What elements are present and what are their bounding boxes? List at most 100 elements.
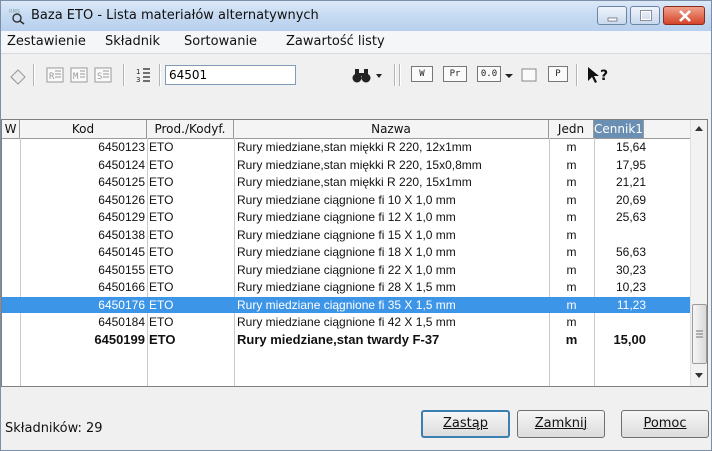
cell-cena: 17,95 [615, 157, 646, 172]
replace-button[interactable]: Zastąp [421, 410, 510, 438]
search-input[interactable] [165, 65, 296, 85]
sort-icon[interactable]: 13 [133, 65, 155, 85]
help-button[interactable]: Pomoc [621, 410, 709, 438]
col-header-kod[interactable]: Kod [20, 120, 147, 138]
close-dialog-button[interactable]: Zamknij [517, 410, 605, 438]
cell-kod: 6450155 [98, 262, 145, 277]
toolbar-separator [399, 64, 401, 86]
decimal-button[interactable]: 0.0 [477, 66, 501, 82]
cell-kod: 6450124 [98, 157, 145, 172]
table-header: W Kod Prod./Kodyf. Nazwa Jedn Cennik1 [2, 120, 690, 139]
cell-prod: ETO [149, 297, 174, 312]
chevron-down-icon[interactable] [503, 65, 515, 85]
cell-prod: ETO [149, 140, 174, 154]
table-row[interactable]: 6450123 ETO Rury miedziane,stan miękki R 2… [2, 139, 690, 155]
cell-prod: ETO [149, 227, 174, 242]
cell-kod: 6450176 [98, 297, 145, 312]
cell-cena [594, 314, 662, 330]
cell-nazwa: Rury miedziane ciągnione fi 18 X 1,0 mm [237, 245, 456, 259]
toolbar-separator [33, 64, 35, 86]
menu-zestawienie[interactable]: Zestawienie [7, 34, 86, 49]
minimize-button[interactable] [597, 6, 627, 25]
table-row[interactable]: 6450176 ETO Rury miedziane ciągnione fi 35… [2, 296, 690, 313]
cell-w [2, 279, 20, 295]
table-row[interactable]: 6450129 ETO Rury miedziane ciągnione fi 12… [2, 209, 690, 225]
col-header-prod[interactable]: Prod./Kodyf. [147, 120, 234, 138]
record-s-icon[interactable]: S [92, 65, 114, 85]
cell-cena: 10,23 [615, 280, 646, 294]
cell-prod: ETO [149, 157, 174, 172]
record-r-icon[interactable]: R [44, 65, 66, 85]
record-m-icon[interactable]: M [68, 65, 90, 85]
window-title: Baza ETO - Lista materiałów alternatywny… [31, 8, 319, 23]
cell-jedn: m [566, 297, 577, 312]
table-row[interactable]: 6450124 ETO Rury miedziane,stan miękki R 2… [2, 157, 690, 173]
table-row[interactable]: 6450138 ETO Rury miedziane ciągnione fi 15… [2, 227, 690, 243]
vertical-scrollbar[interactable] [690, 120, 707, 386]
cell-prod: ETO [149, 331, 176, 347]
cell-w [2, 262, 20, 278]
cell-nazwa: Rury miedziane ciągnione fi 10 X 1,0 mm [237, 192, 456, 207]
scroll-up-arrow[interactable] [691, 120, 707, 137]
table-row[interactable]: 6450184 ETO Rury miedziane ciągnione fi 42… [2, 314, 690, 330]
cell-kod: 6450126 [98, 192, 145, 207]
app-icon: RMS [9, 7, 27, 25]
cell-prod: ETO [149, 315, 174, 329]
menu-sortowanie[interactable]: Sortowanie [184, 34, 257, 49]
cell-prod: ETO [149, 280, 174, 294]
component-count: Składników: 29 [5, 421, 103, 436]
cell-w [2, 297, 20, 313]
col-header-jedn[interactable]: Jedn [549, 120, 594, 138]
cell-jedn: m [566, 315, 577, 329]
col-header-cennik1[interactable]: Cennik1 [594, 120, 644, 138]
table-row[interactable]: 6450126 ETO Rury miedziane ciągnione fi 10… [2, 192, 690, 208]
toolbar-separator [394, 64, 396, 86]
w-button[interactable]: W [411, 66, 433, 82]
help-pointer-icon[interactable]: ? [585, 65, 613, 85]
toolbar-separator [159, 64, 161, 86]
cell-nazwa: Rury miedziane,stan miękki R 220, 15x1mm [237, 175, 472, 189]
svg-text:3: 3 [136, 76, 140, 84]
pr-button[interactable]: Pr [443, 66, 467, 82]
cell-cena: 56,63 [615, 245, 646, 259]
cell-prod: ETO [149, 262, 174, 277]
cell-jedn: m [566, 192, 577, 207]
cell-cena: 25,63 [615, 210, 646, 224]
cell-kod: 6450199 [94, 331, 145, 347]
table-row[interactable]: 6450155 ETO Rury miedziane ciągnione fi 22… [2, 262, 690, 278]
scroll-thumb[interactable] [692, 304, 707, 364]
table-row[interactable]: 6450145 ETO Rury miedziane ciągnione fi 18… [2, 244, 690, 260]
svg-text:R: R [49, 72, 55, 82]
cell-nazwa: Rury miedziane,stan miękki R 220, 15x0,8… [237, 157, 482, 172]
materials-table[interactable]: W Kod Prod./Kodyf. Nazwa Jedn Cennik1 64… [1, 119, 708, 387]
scroll-down-arrow[interactable] [691, 367, 707, 384]
p-button[interactable]: P [548, 66, 568, 82]
cell-cena [594, 227, 662, 243]
col-header-w[interactable]: W [2, 120, 20, 138]
cell-cena: 15,00 [613, 331, 646, 347]
cell-jedn: m [566, 227, 577, 242]
svg-text:S: S [97, 72, 102, 82]
cell-jedn: m [566, 280, 577, 294]
menu-bar: Zestawienie Składnik Sortowanie Zawartoś… [1, 31, 711, 54]
cell-w [2, 209, 20, 225]
close-button[interactable] [663, 6, 705, 25]
table-row[interactable]: 6450199 ETO Rury miedziane,stan twardy F-3… [2, 332, 690, 348]
cell-nazwa: Rury miedziane ciągnione fi 15 X 1,0 mm [237, 227, 456, 242]
cell-w [2, 174, 20, 190]
blank-page-icon[interactable] [518, 65, 540, 85]
cell-nazwa: Rury miedziane ciągnione fi 42 X 1,5 mm [237, 315, 456, 329]
cell-w [2, 192, 20, 208]
col-header-nazwa[interactable]: Nazwa [234, 120, 549, 138]
maximize-button[interactable] [630, 6, 660, 25]
table-row[interactable]: 6450125 ETO Rury miedziane,stan miękki R 2… [2, 174, 690, 190]
table-row[interactable]: 6450166 ETO Rury miedziane ciągnione fi 28… [2, 279, 690, 295]
title-bar[interactable]: RMS Baza ETO - Lista materiałów alternat… [1, 1, 711, 31]
eraser-icon[interactable] [7, 65, 29, 85]
cell-kod: 6450123 [98, 140, 145, 154]
menu-skladnik[interactable]: Składnik [105, 34, 160, 49]
menu-zawartosc-listy[interactable]: Zawartość listy [286, 34, 385, 49]
binoculars-icon[interactable] [351, 65, 387, 85]
cell-jedn: m [566, 262, 577, 277]
toolbar: R M S 13 W Pr 0.0 P ? [1, 54, 711, 96]
